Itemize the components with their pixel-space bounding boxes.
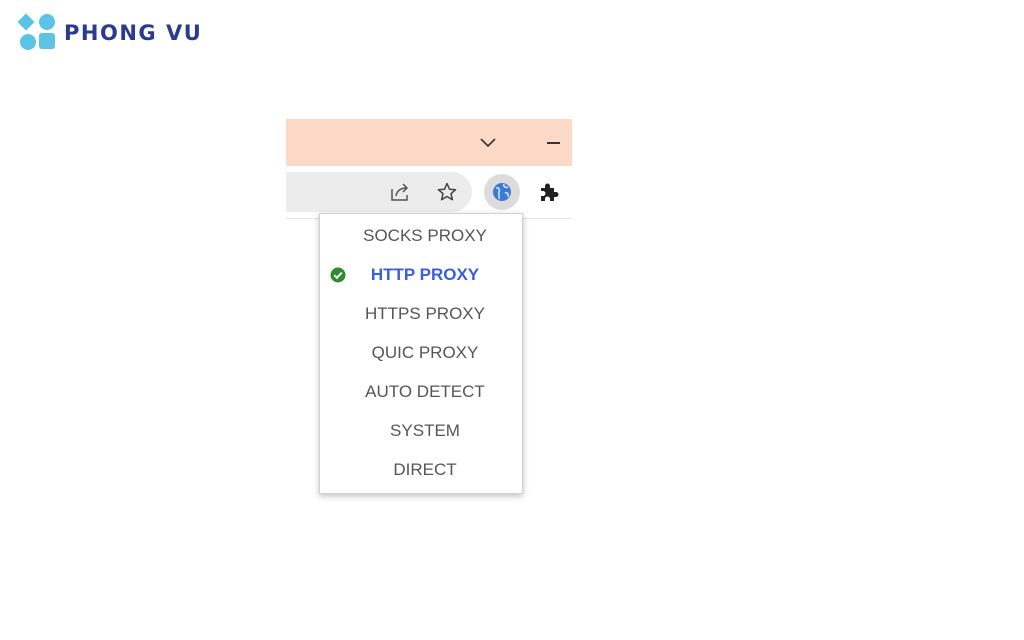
menu-item-auto-detect[interactable]: AUTO DETECT — [320, 372, 522, 411]
phongvu-logo: PHONG VU — [17, 13, 203, 52]
checkmark-icon — [330, 267, 346, 283]
share-icon[interactable] — [390, 181, 412, 203]
proxy-mode-menu: SOCKS PROXY HTTP PROXY HTTPS PROXY QUIC … — [319, 213, 523, 494]
address-bar[interactable] — [286, 172, 472, 212]
menu-item-label: HTTPS PROXY — [365, 304, 485, 323]
menu-item-https-proxy[interactable]: HTTPS PROXY — [320, 294, 522, 333]
menu-item-label: SYSTEM — [390, 421, 460, 440]
browser-titlebar — [286, 119, 572, 166]
menu-item-quic-proxy[interactable]: QUIC PROXY — [320, 333, 522, 372]
extensions-puzzle-icon[interactable] — [530, 174, 566, 210]
chevron-down-icon[interactable] — [476, 131, 500, 155]
menu-item-http-proxy[interactable]: HTTP PROXY — [320, 255, 522, 294]
logo-mark-icon — [17, 13, 58, 52]
proxy-extension-icon[interactable] — [484, 174, 520, 210]
menu-item-socks-proxy[interactable]: SOCKS PROXY — [320, 216, 522, 255]
menu-item-label: QUIC PROXY — [371, 343, 479, 362]
minimize-icon[interactable] — [541, 131, 565, 155]
bookmark-star-icon[interactable] — [436, 181, 458, 203]
menu-item-label: HTTP PROXY — [370, 265, 480, 284]
menu-item-system[interactable]: SYSTEM — [320, 411, 522, 450]
menu-item-label: DIRECT — [393, 460, 457, 479]
menu-item-label: AUTO DETECT — [365, 382, 485, 401]
menu-item-label: SOCKS PROXY — [363, 226, 487, 245]
logo-text: PHONG VU — [64, 21, 203, 45]
menu-item-direct[interactable]: DIRECT — [320, 450, 522, 489]
browser-toolbar — [286, 166, 572, 219]
